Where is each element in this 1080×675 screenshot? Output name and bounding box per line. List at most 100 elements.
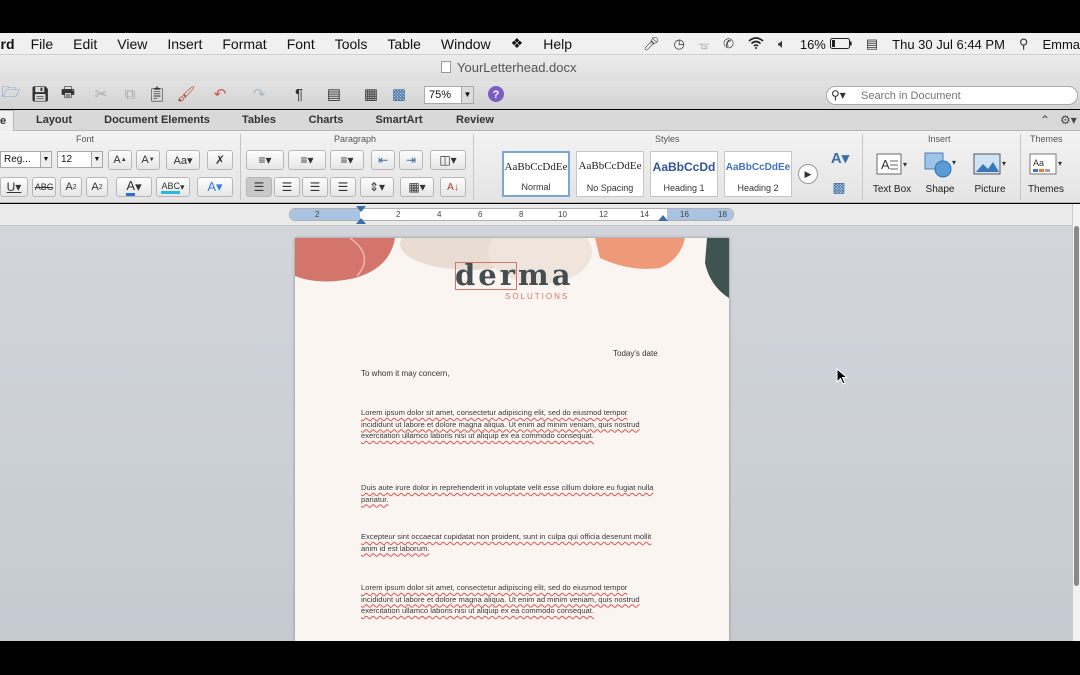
font-color-button[interactable]: A ▾ <box>116 177 152 197</box>
highlight-button[interactable]: ABC ▾ <box>156 177 190 197</box>
text-styles-icon[interactable]: A▾ <box>826 148 854 168</box>
text-box-button[interactable]: A ▾ Text Box <box>868 150 916 195</box>
tab-home[interactable]: e <box>0 110 14 131</box>
themes-button[interactable]: Aa ▾ Themes <box>1022 150 1070 195</box>
menu-view[interactable]: View <box>117 36 147 52</box>
horizontal-ruler[interactable]: 2 2 4 6 8 10 12 14 16 18 <box>289 206 734 224</box>
clear-formatting-button[interactable]: ✗ <box>207 150 233 170</box>
style-normal[interactable]: AaBbCcDdEe Normal <box>502 151 570 197</box>
help-icon[interactable]: ? <box>485 84 507 104</box>
style-heading-2[interactable]: AaBbCcDdEe Heading 2 <box>724 151 792 197</box>
redo-icon[interactable]: ↷ <box>248 84 270 104</box>
shape-button[interactable]: ▾ Shape <box>916 150 964 195</box>
insert-group-label: Insert <box>928 134 951 144</box>
sidebar-icon[interactable]: ▤ <box>323 84 345 104</box>
columns-button[interactable]: ◫▾ <box>430 150 466 170</box>
script-menu-icon[interactable]: ❖ <box>511 35 524 52</box>
battery-icon[interactable] <box>829 37 852 52</box>
justify-button[interactable]: ☰ <box>330 177 356 197</box>
chevron-down-icon[interactable]: ▼ <box>91 152 102 167</box>
style-no-spacing[interactable]: AaBbCcDdEe No Spacing <box>576 151 644 197</box>
sort-button[interactable]: A↓ <box>440 177 466 197</box>
align-right-button[interactable]: ☰ <box>302 177 328 197</box>
open-folder-icon[interactable]: 🗁︎ <box>0 84 22 104</box>
tab-smartart[interactable]: SmartArt <box>362 110 436 131</box>
menu-table[interactable]: Table <box>387 36 420 52</box>
numbering-button[interactable]: ≡▾ <box>288 150 326 170</box>
bullets-button[interactable]: ≡▾ <box>246 150 284 170</box>
search-input[interactable] <box>861 88 1071 103</box>
align-left-button[interactable]: ☰ <box>246 177 272 197</box>
paragraph-text: Lorem ipsum dolor sit amet, consectetur … <box>361 408 640 441</box>
shrink-font-button[interactable]: A ▼ <box>136 150 160 170</box>
borders-button[interactable]: ▦▾ <box>400 177 434 197</box>
vertical-scrollbar[interactable] <box>1072 204 1080 641</box>
menu-file[interactable]: File <box>31 36 54 52</box>
chevron-down-icon[interactable]: ▼ <box>40 152 51 167</box>
text-effects-button[interactable]: A▾ <box>197 177 233 197</box>
font-size-select[interactable]: 12 ▼ <box>57 151 103 168</box>
phone-icon[interactable]: ✆ <box>723 36 734 52</box>
menu-insert[interactable]: Insert <box>167 36 202 52</box>
align-center-button[interactable]: ☰ <box>274 177 300 197</box>
underline-button[interactable]: U▾ <box>0 177 28 197</box>
print-icon[interactable]: 🖶︎ <box>57 84 79 104</box>
menu-edit[interactable]: Edit <box>73 36 97 52</box>
tab-tables[interactable]: Tables <box>228 110 290 131</box>
microphone-icon[interactable]: 🎤︎ <box>643 36 660 52</box>
wifi-icon[interactable] <box>748 36 764 52</box>
undo-icon[interactable]: ↶ <box>209 84 231 104</box>
scrollbar-thumb[interactable] <box>1074 226 1079 586</box>
subscript-button[interactable]: A2 <box>86 177 108 197</box>
copy-icon[interactable]: ⧉ <box>119 84 141 104</box>
clock[interactable]: Thu 30 Jul 6:44 PM <box>892 37 1005 52</box>
superscript-button[interactable]: A2 <box>60 177 82 197</box>
tab-charts[interactable]: Charts <box>296 110 356 131</box>
paste-icon[interactable]: 📋︎ <box>146 84 168 104</box>
picture-button[interactable]: ▾ Picture <box>966 150 1014 195</box>
app-menu[interactable]: ord <box>0 36 15 52</box>
save-icon[interactable]: 💾︎ <box>29 84 51 104</box>
tab-layout[interactable]: Layout <box>20 110 88 131</box>
chevron-down-icon[interactable]: ▼ <box>461 87 473 103</box>
media-browser-icon[interactable]: ▦ <box>360 84 382 104</box>
paragraph-marks-icon[interactable]: ¶ <box>288 84 310 104</box>
menu-help[interactable]: Help <box>543 36 572 52</box>
toolbox-icon[interactable]: ▩ <box>388 84 410 104</box>
tab-document-elements[interactable]: Document Elements <box>92 110 222 131</box>
change-case-button[interactable]: Aa▾ <box>166 150 200 170</box>
zoom-select[interactable]: 75% ▼ <box>424 86 474 104</box>
menu-tools[interactable]: Tools <box>335 36 368 52</box>
document-search[interactable]: ⚲▾ <box>826 86 1078 105</box>
hanging-indent-marker[interactable] <box>356 218 366 224</box>
style-heading-1[interactable]: AaBbCcDd Heading 1 <box>650 151 718 197</box>
multilevel-list-button[interactable]: ≡▾ <box>330 150 364 170</box>
document-page[interactable]: derma SOLUTIONS Today's date To whom it … <box>295 238 729 641</box>
line-spacing-button[interactable]: ⇕▾ <box>360 177 394 197</box>
tab-review[interactable]: Review <box>442 110 508 131</box>
styles-next-icon[interactable]: ▶ <box>798 164 818 184</box>
left-indent-marker[interactable] <box>356 206 366 212</box>
font-name-select[interactable]: Reg... ▼ <box>0 151 52 168</box>
menu-font[interactable]: Font <box>287 36 315 52</box>
collapse-ribbon-icon[interactable]: ⌃ <box>1040 113 1050 127</box>
bluetooth-icon[interactable]: ᚗ <box>699 36 709 52</box>
cut-icon[interactable]: ✂ <box>90 84 112 104</box>
right-indent-marker[interactable] <box>658 215 668 221</box>
display-icon[interactable]: ▤ <box>866 36 878 52</box>
search-icon[interactable]: ⚲▾ <box>831 88 846 102</box>
grow-font-button[interactable]: A ▲ <box>108 150 132 170</box>
ribbon-settings-icon[interactable]: ⚙▾ <box>1060 113 1077 127</box>
volume-icon[interactable]: 🔈︎ <box>778 36 786 52</box>
user-name[interactable]: Emma <box>1042 37 1080 52</box>
styles-pane-icon[interactable]: ▩ <box>828 177 850 197</box>
increase-indent-button[interactable]: ⇥ <box>399 150 423 170</box>
decrease-indent-button[interactable]: ⇤ <box>371 150 395 170</box>
menu-window[interactable]: Window <box>441 36 491 52</box>
format-painter-icon[interactable]: 🖌︎ <box>175 84 197 104</box>
paragraph-text: Lorem ipsum dolor sit amet, consectetur … <box>361 583 640 616</box>
strikethrough-button[interactable]: ABC <box>32 177 56 197</box>
menu-format[interactable]: Format <box>222 36 266 52</box>
spotlight-search-icon[interactable]: ⚲ <box>1019 36 1029 52</box>
time-machine-icon[interactable]: ◷ <box>674 36 685 52</box>
